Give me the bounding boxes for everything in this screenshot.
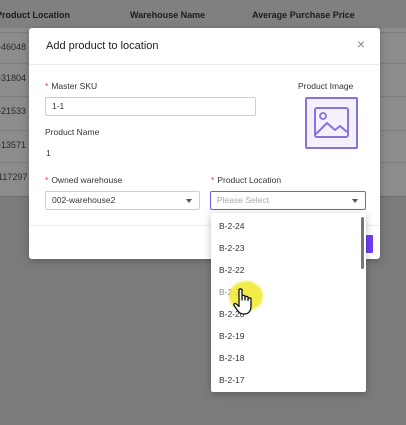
master-sku-input[interactable]: 1-1 bbox=[45, 97, 256, 116]
product-location-label: * Product Location bbox=[211, 175, 282, 185]
column-header: Average Purchase Price bbox=[252, 10, 355, 20]
dropdown-scrollbar[interactable] bbox=[361, 217, 364, 269]
product-name-value: 1 bbox=[46, 148, 51, 158]
close-icon[interactable]: × bbox=[354, 37, 368, 51]
column-header: Product Location bbox=[0, 10, 70, 20]
required-marker: * bbox=[45, 175, 49, 185]
master-sku-label: * Master SKU bbox=[45, 81, 98, 91]
dropdown-option[interactable]: B-2-19 bbox=[219, 331, 245, 341]
divider bbox=[29, 64, 380, 65]
dropdown-option[interactable]: B-2-22 bbox=[219, 265, 245, 275]
image-placeholder-icon[interactable] bbox=[305, 97, 358, 149]
owned-warehouse-label: * Owned warehouse bbox=[45, 175, 123, 185]
chevron-down-icon bbox=[186, 199, 192, 203]
owned-warehouse-select[interactable]: 002-warehouse2 bbox=[45, 191, 200, 210]
dropdown-option[interactable]: B-2-24 bbox=[219, 221, 245, 231]
chevron-down-icon bbox=[352, 199, 358, 203]
dropdown-option[interactable]: B-2-17 bbox=[219, 375, 245, 385]
column-header: Warehouse Name bbox=[130, 10, 206, 20]
product-name-label: Product Name bbox=[45, 127, 100, 137]
confirm-button[interactable] bbox=[365, 235, 373, 253]
required-marker: * bbox=[211, 175, 215, 185]
image-placeholder-icon bbox=[314, 107, 349, 138]
modal-title: Add product to location bbox=[46, 40, 159, 52]
dropdown-option[interactable]: B-2-18 bbox=[219, 353, 245, 363]
hand-pointer-icon bbox=[233, 288, 252, 315]
product-image-label: Product Image bbox=[298, 81, 354, 91]
table-header: Product Location Warehouse Name Average … bbox=[0, 0, 406, 28]
dropdown-option[interactable]: B-2-23 bbox=[219, 243, 245, 253]
product-location-select[interactable]: Please Select bbox=[210, 191, 366, 210]
required-marker: * bbox=[45, 81, 49, 91]
